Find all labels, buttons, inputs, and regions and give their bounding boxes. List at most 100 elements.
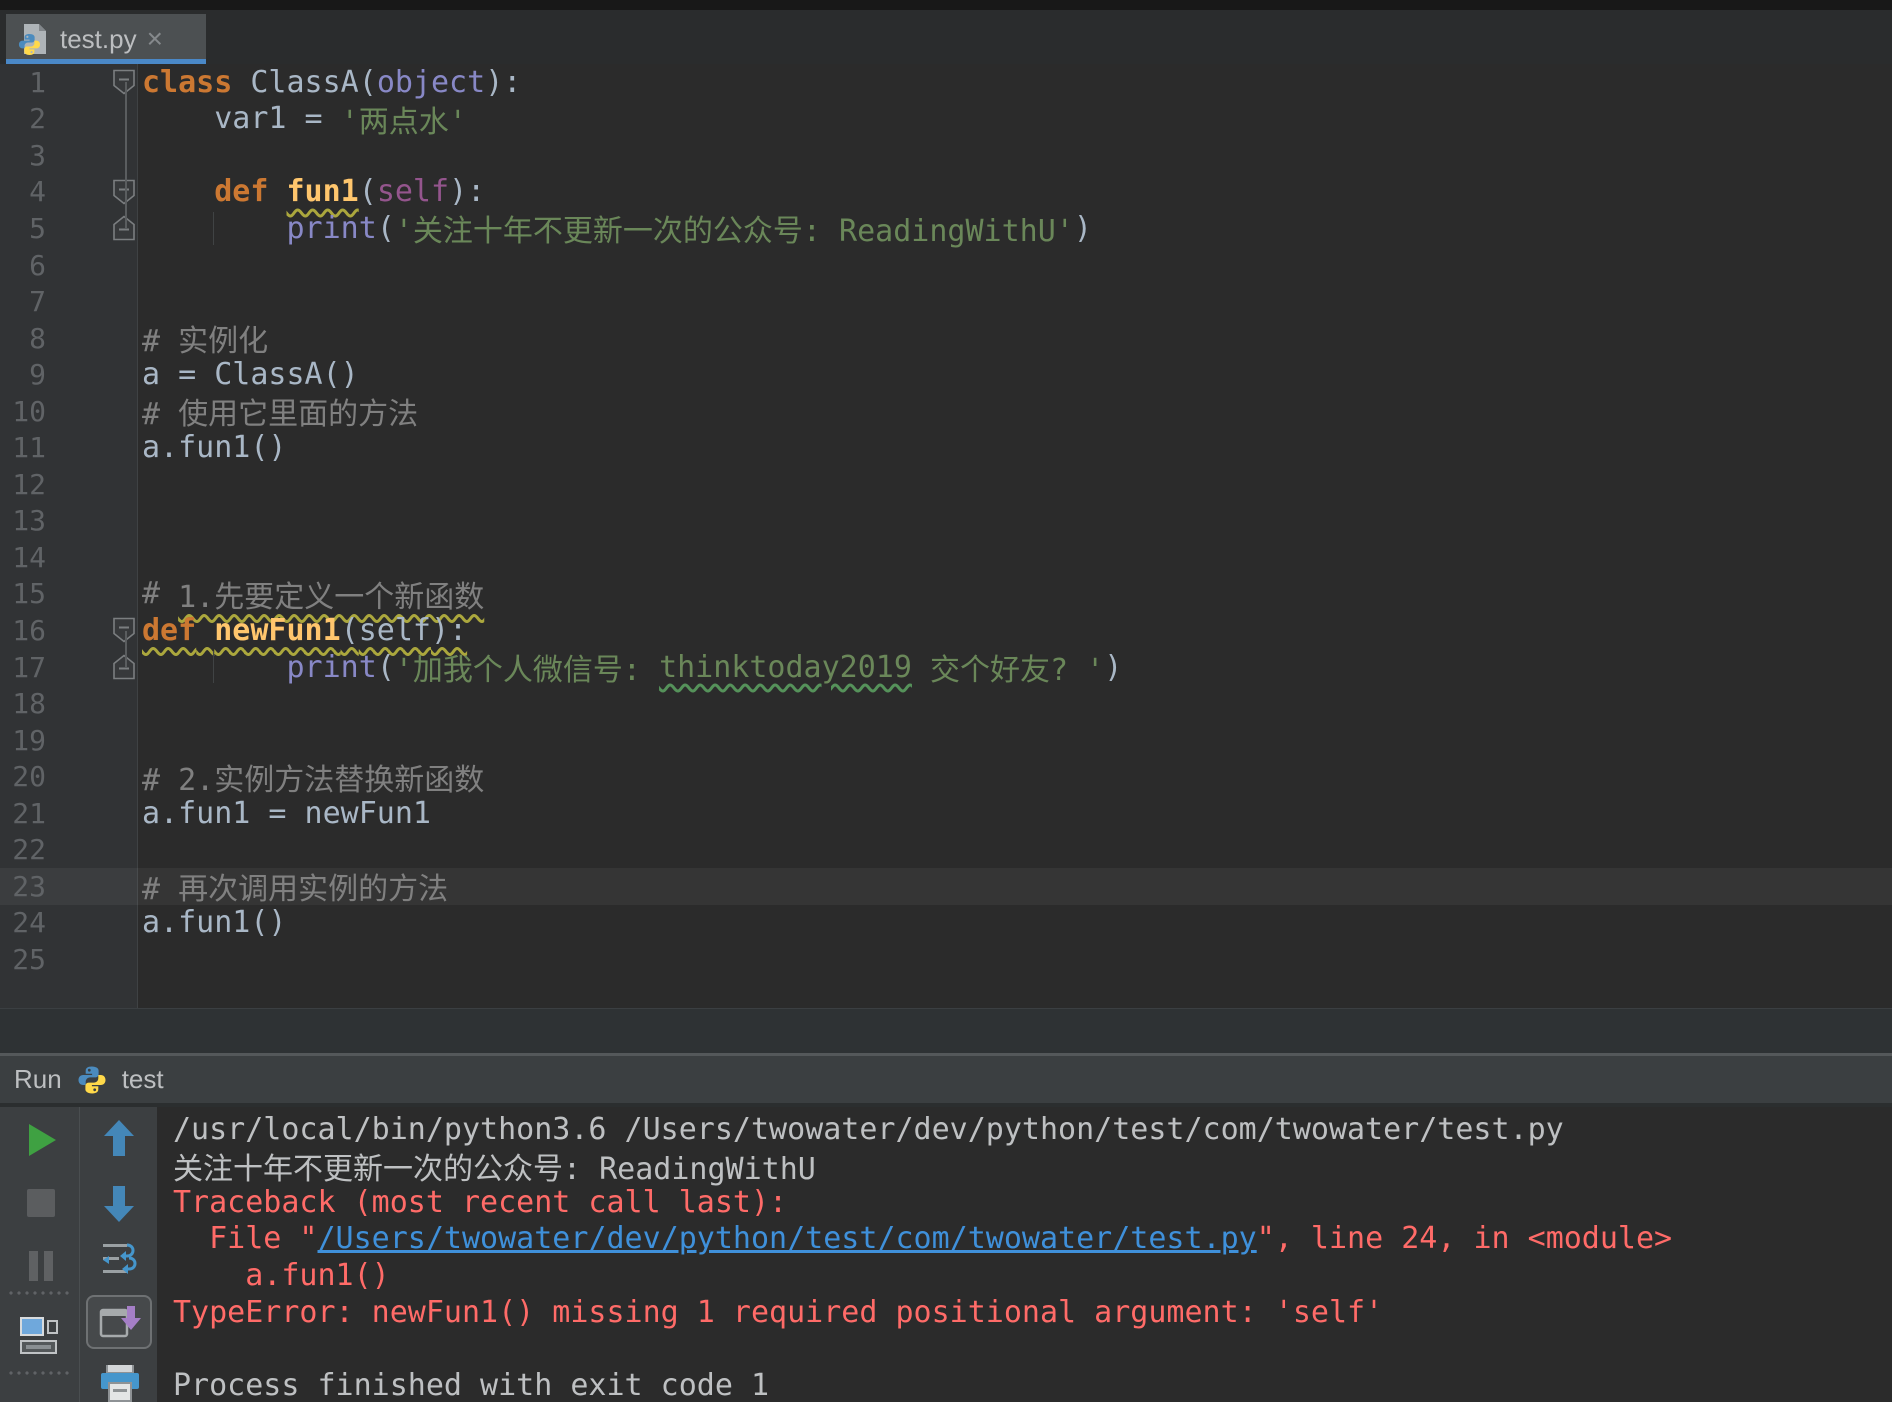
- gutter-cell: 7: [0, 283, 138, 320]
- code-token: a.fun1(): [142, 905, 287, 941]
- print-icon[interactable]: [98, 1365, 142, 1402]
- toolbar-separator: [7, 1291, 73, 1295]
- line-number: 1: [29, 65, 46, 99]
- line-number: 23: [12, 869, 46, 903]
- line-number: 17: [12, 650, 46, 684]
- gutter-cell: 9: [0, 356, 138, 393]
- down-the-stack-trace-icon[interactable]: [100, 1183, 138, 1225]
- code-token: # 2.实例方法替换新函数: [142, 762, 485, 798]
- code-line: 9 a = ClassA(): [0, 356, 1892, 393]
- line-number: 22: [12, 833, 46, 867]
- soft-wrap-icon[interactable]: [98, 1237, 140, 1281]
- line-number: 19: [12, 723, 46, 757]
- code-token: a.fun1 = newFun1: [142, 795, 431, 831]
- code-editor[interactable]: 1 class ClassA(object): 2 var1 = '两点水' 3 4 d…: [0, 64, 1892, 1008]
- window-top-strip: [0, 0, 1892, 10]
- python-file-icon: [16, 21, 52, 57]
- line-number: 2: [29, 102, 46, 136]
- code-line: 14: [0, 539, 1892, 576]
- code-token: ): [1073, 210, 1092, 246]
- console-line: Traceback (most recent call last):: [173, 1184, 1892, 1221]
- console-text: /usr/local/bin/python3.6 /Users/twowater…: [173, 1111, 1564, 1147]
- fold-marker-icon[interactable]: [112, 617, 136, 644]
- line-number: 11: [12, 431, 46, 465]
- line-number: 9: [29, 358, 46, 392]
- code-token: thinktoday2019: [659, 649, 912, 685]
- tab-label: test.py: [60, 23, 137, 54]
- console-settings-icon[interactable]: [17, 1313, 65, 1359]
- code-line: 20 # 2.实例方法替换新函数: [0, 758, 1892, 798]
- code-line: 25: [0, 941, 1892, 978]
- gutter-cell: 4: [0, 174, 138, 211]
- code-token: # 实例化: [142, 324, 269, 360]
- indent-guide: [213, 650, 214, 684]
- code-line-text: # 1.先要定义一个新函数: [138, 576, 1892, 615]
- gutter-cell: 17: [0, 649, 138, 686]
- tab-test-py[interactable]: test.py ×: [6, 14, 206, 64]
- code-token: (: [376, 210, 395, 246]
- code-token: def: [214, 174, 269, 210]
- fold-marker-icon[interactable]: [112, 69, 136, 96]
- code-line-text: print('关注十年不更新一次的公众号: ReadingWithU'): [138, 210, 1892, 250]
- code-token: a.fun1(): [142, 430, 287, 466]
- code-token: (: [340, 612, 359, 648]
- line-number: 4: [29, 175, 46, 209]
- python-logo-icon: [76, 1064, 108, 1096]
- line-number: 13: [12, 504, 46, 538]
- up-the-stack-trace-icon[interactable]: [100, 1117, 138, 1159]
- run-console-output[interactable]: /usr/local/bin/python3.6 /Users/twowater…: [157, 1107, 1892, 1402]
- gutter-cell: 20: [0, 758, 138, 795]
- code-token: fun1: [286, 174, 359, 210]
- code-line-text: def newFun1(self):: [138, 612, 1892, 649]
- file-link[interactable]: /Users/twowater/dev/python/test/com/twow…: [318, 1221, 1257, 1256]
- line-number: 6: [29, 248, 46, 282]
- console-line: Process finished with exit code 1: [173, 1367, 1892, 1402]
- toolbar-column-divider: [79, 1107, 80, 1402]
- rerun-icon[interactable]: [24, 1121, 60, 1159]
- code-token: class: [142, 64, 233, 100]
- fold-marker-icon[interactable]: [112, 654, 136, 681]
- gutter-cell: 19: [0, 722, 138, 759]
- line-number: 24: [12, 906, 46, 940]
- fold-marker-icon[interactable]: [112, 178, 136, 205]
- code-line-text: print('加我个人微信号: thinktoday2019 交个好友? '): [138, 649, 1892, 689]
- console-text: File ": [173, 1221, 318, 1257]
- line-number: 12: [12, 467, 46, 501]
- scroll-to-end-icon[interactable]: [86, 1295, 152, 1349]
- console-text: 关注十年不更新一次的公众号: ReadingWithU: [173, 1151, 816, 1187]
- code-token: ):: [431, 612, 468, 648]
- editor-tab-bar: test.py ×: [0, 10, 1892, 64]
- code-line: 12: [0, 466, 1892, 503]
- gutter-cell: 12: [0, 466, 138, 503]
- code-line: 1 class ClassA(object):: [0, 64, 1892, 101]
- code-line: 19: [0, 722, 1892, 759]
- code-token: object: [376, 64, 486, 100]
- gutter-cell: 10: [0, 393, 138, 430]
- gutter-cell: 5: [0, 210, 138, 247]
- stop-icon[interactable]: [25, 1187, 57, 1219]
- editor-bottom-band: [0, 1008, 1892, 1053]
- code-line-text: a.fun1(): [138, 429, 1892, 466]
- fold-marker-icon[interactable]: [112, 215, 136, 242]
- code-token: var1 =: [142, 101, 341, 137]
- line-number: 21: [12, 796, 46, 830]
- line-number: 5: [29, 211, 46, 245]
- code-token: a = ClassA(): [142, 357, 359, 393]
- code-line-text: a.fun1(): [138, 905, 1892, 942]
- run-window-title: Run: [14, 1064, 62, 1094]
- pause-icon[interactable]: [25, 1249, 57, 1283]
- code-line-text: [138, 722, 1892, 759]
- code-token: 1.先要定义一个新函数: [178, 579, 485, 615]
- code-token: # 使用它里面的方法: [142, 397, 419, 433]
- code-line-text: [138, 247, 1892, 284]
- gutter-cell: 11: [0, 429, 138, 466]
- code-line: 23 # 再次调用实例的方法: [0, 868, 1892, 907]
- code-line: 11 a.fun1(): [0, 429, 1892, 466]
- code-line-text: def fun1(self):: [138, 174, 1892, 211]
- line-number: 8: [29, 321, 46, 355]
- console-line: File "/Users/twowater/dev/python/test/co…: [173, 1221, 1892, 1258]
- code-line: 15 # 1.先要定义一个新函数: [0, 576, 1892, 615]
- tab-close-icon[interactable]: ×: [147, 25, 163, 53]
- line-number: 14: [12, 540, 46, 574]
